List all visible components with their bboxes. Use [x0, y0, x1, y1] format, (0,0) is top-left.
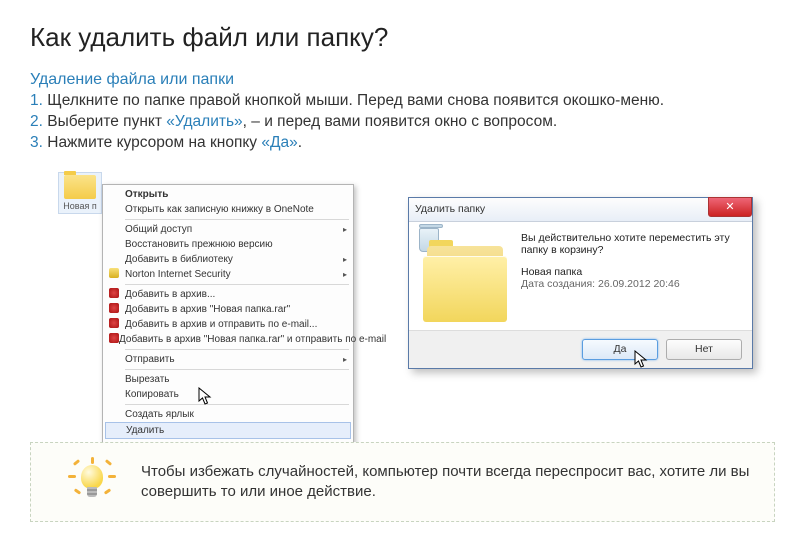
submenu-arrow-icon: ▸: [343, 353, 347, 366]
menu-label: Открыть как записную книжку в OneNote: [125, 203, 314, 216]
confirm-dialog-illustration: Удалить папку ✕ Вы действительно хотите …: [408, 197, 753, 369]
tip-box: Чтобы избежать случайностей, компьютер п…: [30, 442, 775, 522]
step-text-after: , – и перед вами появится окно с вопросо…: [243, 113, 558, 130]
menu-restore[interactable]: Восстановить прежнюю версию: [105, 237, 351, 252]
menu-separator: [125, 369, 349, 370]
confirm-dialog: Удалить папку ✕ Вы действительно хотите …: [408, 197, 753, 369]
folder-large-icon: [423, 238, 507, 322]
archive-icon: [109, 303, 119, 313]
folder-label: Новая п: [63, 201, 96, 211]
dialog-folder-date: Дата создания: 26.09.2012 20:46: [521, 278, 738, 290]
menu-send[interactable]: Отправить ▸: [105, 352, 351, 367]
menu-label: Добавить в архив...: [125, 288, 215, 301]
menu-label: Добавить в архив и отправить по e-mail..…: [125, 318, 317, 331]
step-number: 1.: [30, 92, 43, 109]
step-text: Нажмите курсором на кнопку: [43, 134, 261, 151]
menu-label: Открыть: [125, 188, 168, 201]
menu-label: Общий доступ: [125, 223, 192, 236]
page-title: Как удалить файл или папку?: [30, 22, 775, 53]
menu-label: Восстановить прежнюю версию: [125, 238, 273, 251]
menu-copy[interactable]: Копировать: [105, 387, 351, 402]
section-subtitle: Удаление файла или папки: [30, 71, 775, 89]
close-icon: ✕: [725, 200, 734, 213]
step-2: 2. Выберите пункт «Удалить», – и перед в…: [30, 112, 775, 133]
menu-library[interactable]: Добавить в библиотеку ▸: [105, 252, 351, 267]
menu-add-archive[interactable]: Добавить в архив...: [105, 287, 351, 302]
menu-separator: [125, 349, 349, 350]
norton-icon: [109, 268, 119, 278]
step-1: 1. Щелкните по папке правой кнопкой мыши…: [30, 91, 775, 112]
menu-onenote[interactable]: Открыть как записную книжку в OneNote: [105, 202, 351, 217]
menu-label: Вырезать: [125, 373, 169, 386]
cursor-icon: [198, 387, 214, 407]
menu-label: Norton Internet Security: [125, 268, 231, 281]
menu-add-rar[interactable]: Добавить в архив "Новая папка.rar": [105, 302, 351, 317]
menu-label: Отправить: [125, 353, 175, 366]
menu-label: Создать ярлык: [125, 408, 194, 421]
archive-icon: [109, 288, 119, 298]
step-3: 3. Нажмите курсором на кнопку «Да».: [30, 133, 775, 154]
context-menu: Открыть Открыть как записную книжку в On…: [102, 184, 354, 477]
dialog-question: Вы действительно хотите переместить эту …: [521, 232, 738, 256]
steps-list: 1. Щелкните по папке правой кнопкой мыши…: [30, 91, 775, 154]
dialog-title: Удалить папку: [415, 203, 485, 215]
folder-glyph-icon: [64, 175, 96, 199]
menu-label: Удалить: [126, 424, 164, 437]
menu-add-email[interactable]: Добавить в архив и отправить по e-mail..…: [105, 317, 351, 332]
dialog-titlebar: Удалить папку ✕: [409, 198, 752, 222]
step-number: 3.: [30, 134, 43, 151]
step-text: Выберите пункт: [43, 113, 166, 130]
menu-label: Добавить в библиотеку: [125, 253, 233, 266]
step-text: Щелкните по папке правой кнопкой мыши. П…: [43, 92, 664, 109]
button-label: Да: [614, 343, 627, 355]
menu-separator: [125, 404, 349, 405]
quoted-term: «Да»: [261, 134, 297, 151]
archive-icon: [109, 333, 119, 343]
menu-separator: [125, 284, 349, 285]
submenu-arrow-icon: ▸: [343, 268, 347, 281]
menu-separator: [125, 219, 349, 220]
lightbulb-icon: [67, 457, 117, 507]
menu-add-rar-email[interactable]: Добавить в архив "Новая папка.rar" и отп…: [105, 332, 351, 347]
menu-norton[interactable]: Norton Internet Security ▸: [105, 267, 351, 282]
menu-label: Копировать: [125, 388, 179, 401]
menu-cut[interactable]: Вырезать: [105, 372, 351, 387]
quoted-term: «Удалить»: [166, 113, 242, 130]
dialog-folder-name: Новая папка: [521, 266, 738, 278]
menu-share[interactable]: Общий доступ ▸: [105, 222, 351, 237]
step-text-after: .: [298, 134, 302, 151]
menu-label: Добавить в архив "Новая папка.rar": [125, 303, 290, 316]
menu-label: Добавить в архив "Новая папка.rar" и отп…: [119, 333, 386, 346]
close-button[interactable]: ✕: [708, 197, 752, 217]
step-number: 2.: [30, 113, 43, 130]
archive-icon: [109, 318, 119, 328]
context-menu-illustration: Новая п Открыть Открыть как записную кни…: [58, 172, 358, 432]
cursor-icon: [634, 350, 650, 370]
folder-icon[interactable]: Новая п: [58, 172, 102, 214]
menu-shortcut[interactable]: Создать ярлык: [105, 407, 351, 422]
submenu-arrow-icon: ▸: [343, 253, 347, 266]
tip-text: Чтобы избежать случайностей, компьютер п…: [141, 462, 756, 503]
menu-open[interactable]: Открыть: [105, 187, 351, 202]
no-button[interactable]: Нет: [666, 339, 742, 360]
submenu-arrow-icon: ▸: [343, 223, 347, 236]
menu-delete[interactable]: Удалить: [105, 422, 351, 439]
button-label: Нет: [695, 343, 713, 355]
